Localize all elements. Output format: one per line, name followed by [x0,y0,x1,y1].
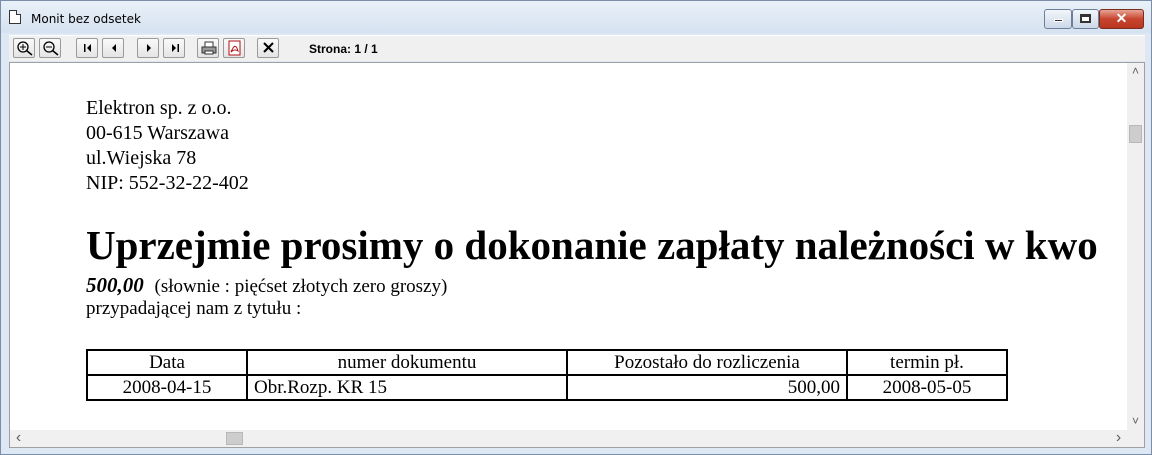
amount-in-words: (słownie : pięćset złotych zero groszy) [154,276,448,297]
report-preview-window: Monit bez odsetek ✕ Strona: 1 / 1 Elektr… [0,0,1152,455]
zoom-out-icon [43,41,59,56]
last-page-icon [172,44,179,52]
print-button[interactable] [197,38,219,58]
table-row: 2008-04-15 Obr.Rozp. KR 15 500,00 2008-0… [86,374,1008,401]
previous-page-button[interactable] [102,38,124,58]
zoom-out-button[interactable] [39,38,61,58]
cell-date: 2008-04-15 [86,374,248,401]
amount-line: 500,00 (słownie : pięćset złotych zero g… [86,273,447,298]
title-bar[interactable]: Monit bez odsetek ✕ [1,1,1151,33]
export-pdf-button[interactable] [223,38,245,58]
next-page-button[interactable] [137,38,159,58]
close-icon [263,42,274,53]
horizontal-scrollbar[interactable]: ‹ › [10,430,1127,447]
minimize-icon [1053,19,1063,22]
zoom-in-button[interactable] [13,38,35,58]
last-page-button[interactable] [163,38,185,58]
next-page-icon [147,44,151,52]
scroll-left-icon[interactable]: ‹ [10,430,27,447]
address-street: ul.Wiejska 78 [86,147,197,169]
table-header-row: Data numer dokumentu Pozostało do rozlic… [86,349,1008,376]
zoom-in-icon [17,41,33,56]
documents-table: Data numer dokumentu Pozostało do rozlic… [86,349,1008,401]
scroll-up-icon[interactable]: ˄ [1127,63,1144,80]
address-city: 00-615 Warszawa [86,122,229,144]
scroll-down-icon[interactable]: ˅ [1127,413,1144,430]
first-page-button[interactable] [76,38,98,58]
document-icon [9,10,21,24]
maximize-icon [1080,14,1091,23]
vertical-scroll-thumb[interactable] [1129,125,1142,143]
window-close-button[interactable]: ✕ [1099,9,1144,29]
export-pdf-icon [228,40,241,56]
cell-document-number: Obr.Rozp. KR 15 [246,374,568,401]
column-header-document-number: numer dokumentu [246,349,568,376]
column-header-due-date: termin pł. [846,349,1008,376]
scroll-right-icon[interactable]: › [1110,430,1127,447]
column-header-date: Data [86,349,248,376]
amount-value: 500,00 [86,273,144,297]
horizontal-scroll-thumb[interactable] [226,432,243,445]
print-icon [201,41,217,55]
report-page: Elektron sp. z o.o. 00-615 Warszawa ul.W… [10,63,1127,430]
first-page-icon [84,44,91,52]
cell-remaining: 500,00 [566,374,848,401]
minimize-button[interactable] [1044,9,1072,29]
address-company: Elektron sp. z o.o. [86,97,232,119]
page-counter: Strona: 1 / 1 [309,42,378,56]
previous-page-icon [112,44,116,52]
close-icon: ✕ [1115,10,1128,26]
cell-due-date: 2008-05-05 [846,374,1008,401]
window-title: Monit bez odsetek [31,12,141,26]
report-viewport[interactable]: Elektron sp. z o.o. 00-615 Warszawa ul.W… [9,62,1145,448]
maximize-button[interactable] [1072,9,1099,29]
title-line: przypadającej nam z tytułu : [86,298,302,319]
address-nip: NIP: 552-32-22-402 [86,172,249,194]
column-header-remaining: Pozostało do rozliczenia [566,349,848,376]
payment-request-headline: Uprzejmie prosimy o dokonanie zapłaty na… [86,222,1098,268]
toolbar: Strona: 1 / 1 [9,35,1145,61]
close-preview-button[interactable] [257,38,279,58]
vertical-scrollbar[interactable]: ˄ ˅ [1127,63,1144,430]
scrollbar-corner [1127,430,1144,447]
